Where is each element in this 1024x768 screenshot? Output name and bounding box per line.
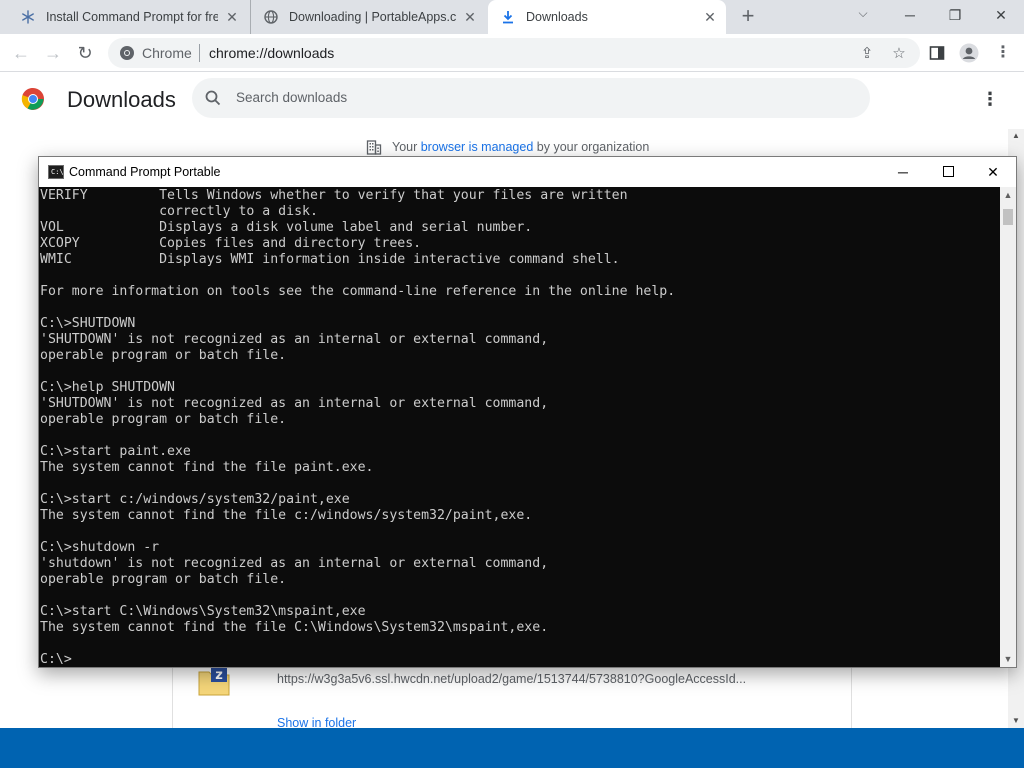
console-line: C:\>start paint.exe [40, 444, 191, 459]
console-output-text: VERIFY Tells Windows whether to verify t… [40, 188, 675, 667]
console-line: 'SHUTDOWN' is not recognized as an inter… [40, 396, 549, 411]
tab-close-icon[interactable]: ✕ [462, 9, 478, 25]
tab-strip: Install Command Prompt for free ✕ Downlo… [0, 0, 1024, 34]
archive-file-icon: z [197, 664, 231, 698]
svg-text:z: z [215, 668, 223, 683]
browser-toolbar: ← → ↻ Chrome chrome://downloads ⇪ ☆ ⋮ [0, 34, 1024, 72]
managed-suffix: by your organization [533, 140, 650, 154]
console-line: VERIFY Tells Windows whether to verify t… [40, 188, 628, 203]
browser-managed-link[interactable]: browser is managed [421, 140, 534, 154]
console-line: operable program or batch file. [40, 572, 287, 587]
console-line: operable program or batch file. [40, 412, 287, 427]
cmd-close-icon[interactable]: ✕ [970, 157, 1016, 187]
share-icon[interactable]: ⇪ [858, 45, 876, 63]
scroll-down-arrow-icon[interactable]: ▼ [1008, 714, 1024, 728]
console-line: The system cannot find the file C:\Windo… [40, 620, 549, 635]
cmd-scroll-down-icon[interactable]: ▼ [1000, 651, 1016, 667]
chrome-menu-icon[interactable]: ⋮ [992, 42, 1014, 64]
console-line: C:\>start c:/windows/system32/paint,exe [40, 492, 350, 507]
console-line: C:\>SHUTDOWN [40, 316, 136, 331]
console-line: XCOPY Copies files and directory trees. [40, 236, 422, 251]
omnibox-divider [199, 44, 200, 62]
downloads-more-actions-icon[interactable]: ⋮ [980, 89, 1000, 109]
console-line: 'shutdown' is not recognized as an inter… [40, 556, 549, 571]
back-arrow-icon[interactable]: ← [10, 42, 32, 64]
search-icon [204, 89, 222, 107]
bookmark-star-icon[interactable]: ☆ [890, 45, 908, 63]
new-tab-plus-icon[interactable]: + [737, 5, 759, 28]
globe-icon [263, 9, 279, 25]
console-app-icon: C:\ [48, 165, 64, 179]
snowflake-gear-icon [20, 9, 36, 25]
tab-search-chevron-icon[interactable]: ⌵ [854, 6, 872, 24]
download-url[interactable]: https://w3g3a5v6.ssl.hwcdn.net/upload2/g… [277, 672, 746, 686]
reload-icon[interactable]: ↻ [74, 42, 96, 64]
search-placeholder: Search downloads [236, 90, 348, 105]
site-label: Chrome [142, 45, 192, 61]
page-title: Downloads [67, 87, 176, 112]
download-icon [500, 9, 516, 25]
command-prompt-window[interactable]: C:\ Command Prompt Portable ─ ✕ VERIFY T… [38, 156, 1017, 668]
forward-arrow-icon[interactable]: → [42, 42, 64, 64]
tab-close-icon[interactable]: ✕ [224, 9, 240, 25]
chrome-page-icon [119, 45, 135, 61]
console-line: correctly to a disk. [40, 204, 318, 219]
tab-install-command-prompt[interactable]: Install Command Prompt for free ✕ [8, 0, 248, 34]
console-line: operable program or batch file. [40, 348, 287, 363]
url-text[interactable]: chrome://downloads [209, 45, 334, 61]
console-line: C:\>shutdown -r [40, 540, 160, 555]
cmd-window-title: Command Prompt Portable [69, 165, 221, 179]
tab-portableapps[interactable]: Downloading | PortableApps.com ✕ [250, 0, 486, 34]
console-output-area[interactable]: VERIFY Tells Windows whether to verify t… [39, 187, 1000, 667]
tab-close-icon[interactable]: ✕ [702, 9, 718, 25]
console-line: C:\>start C:\Windows\System32\mspaint,ex… [40, 604, 366, 619]
side-panel-icon[interactable] [926, 42, 948, 64]
building-icon [366, 139, 382, 155]
console-line: WMIC Displays WMI information inside int… [40, 252, 620, 267]
managed-prefix: Your [392, 140, 421, 154]
cmd-minimize-icon[interactable]: ─ [880, 157, 926, 187]
chrome-logo-icon [21, 87, 45, 111]
windows-taskbar [0, 728, 1024, 768]
close-window-icon[interactable]: ✕ [986, 4, 1016, 26]
managed-notice: Your browser is managed by your organiza… [366, 139, 649, 155]
minimize-icon[interactable]: ─ [895, 4, 925, 26]
tab-title: Downloading | PortableApps.com [289, 10, 456, 24]
tab-downloads[interactable]: Downloads ✕ [488, 0, 726, 34]
console-line: VOL Displays a disk volume label and ser… [40, 220, 533, 235]
cmd-scrollbar[interactable]: ▲ ▼ [1000, 187, 1016, 667]
cmd-title-bar[interactable]: C:\ Command Prompt Portable ─ ✕ [39, 157, 1016, 187]
profile-avatar-icon[interactable] [958, 42, 980, 64]
search-downloads-field[interactable]: Search downloads [192, 78, 870, 118]
restore-icon[interactable]: ❐ [940, 4, 970, 26]
cmd-scroll-up-icon[interactable]: ▲ [1000, 187, 1016, 203]
tab-title: Downloads [526, 10, 588, 24]
address-bar[interactable]: Chrome chrome://downloads ⇪ ☆ [108, 38, 920, 68]
console-line: The system cannot find the file paint.ex… [40, 460, 374, 475]
console-line: The system cannot find the file c:/windo… [40, 508, 533, 523]
cmd-maximize-icon[interactable] [925, 157, 971, 187]
cmd-scroll-thumb[interactable] [1003, 209, 1013, 225]
console-line: 'SHUTDOWN' is not recognized as an inter… [40, 332, 549, 347]
console-line: C:\> [40, 652, 72, 667]
tab-title: Install Command Prompt for free [46, 10, 218, 24]
console-line: C:\>help SHUTDOWN [40, 380, 175, 395]
console-line: For more information on tools see the co… [40, 284, 676, 299]
scroll-up-arrow-icon[interactable]: ▲ [1008, 129, 1024, 143]
